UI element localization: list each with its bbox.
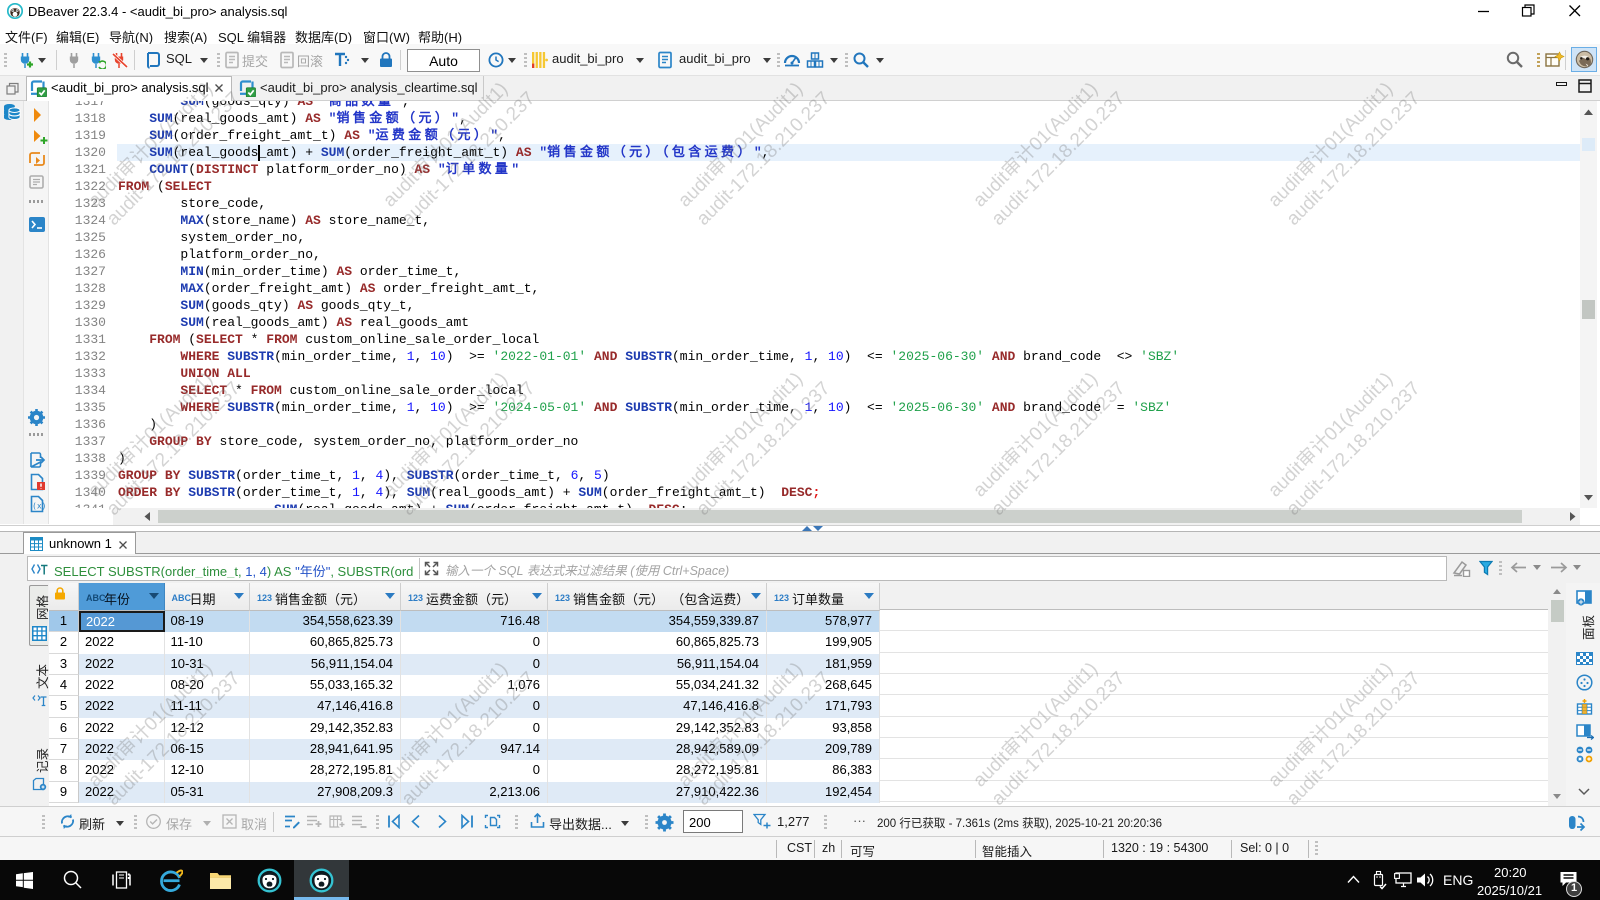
svg-text:(x): (x) [32, 502, 46, 511]
